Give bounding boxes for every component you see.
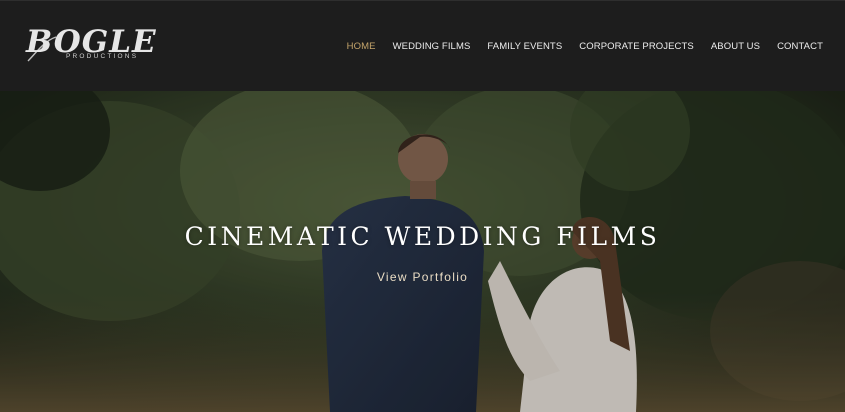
nav-item-home[interactable]: HOME [347, 41, 376, 52]
nav-item-about-us[interactable]: ABOUT US [711, 41, 760, 52]
nav-item-family-events[interactable]: FAMILY EVENTS [487, 41, 562, 52]
nav-item-corporate-projects[interactable]: CORPORATE PROJECTS [579, 41, 694, 52]
bogle-productions-logo[interactable]: BOGLE PRODUCTIONS [26, 25, 156, 65]
logo-tagline: PRODUCTIONS [66, 53, 139, 60]
hero-banner: CINEMATIC WEDDING FILMS View Portfolio [0, 91, 845, 412]
nav-item-contact[interactable]: CONTACT [777, 41, 823, 52]
main-navigation: HOME WEDDING FILMS FAMILY EVENTS CORPORA… [330, 41, 823, 52]
site-header: BOGLE PRODUCTIONS HOME WEDDING FILMS FAM… [0, 0, 845, 91]
nav-item-wedding-films[interactable]: WEDDING FILMS [393, 41, 471, 52]
hero-title: CINEMATIC WEDDING FILMS [184, 222, 661, 251]
hero-background-image [0, 91, 845, 412]
view-portfolio-label: View Portfolio [376, 270, 469, 284]
view-portfolio-link[interactable]: View Portfolio [0, 270, 845, 284]
